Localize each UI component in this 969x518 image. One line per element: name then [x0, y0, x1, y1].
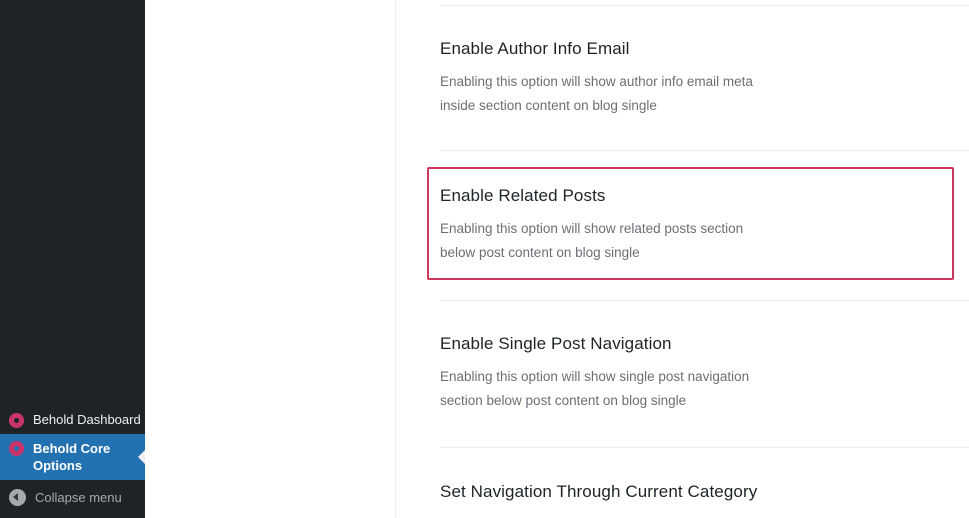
- option-title: Enable Related Posts: [440, 186, 606, 205]
- option-row-author-info-email: Enable Author Info Email Enabling this o…: [396, 38, 969, 118]
- admin-options-screen: Behold Dashboard Behold Core Options Col…: [0, 0, 969, 518]
- sidebar-item-behold-dashboard[interactable]: Behold Dashboard: [0, 405, 145, 434]
- option-description: Enabling this option will show single po…: [440, 369, 750, 408]
- option-description: Enabling this option will show related p…: [440, 221, 744, 260]
- option-title: Enable Single Post Navigation: [440, 334, 672, 353]
- sidebar-top-spacer: [0, 0, 145, 405]
- behold-donut-icon: [9, 441, 24, 456]
- sidebar-item-behold-core-options[interactable]: Behold Core Options: [0, 434, 146, 480]
- collapse-left-arrow-icon: [9, 488, 26, 506]
- options-nav-gutter: [145, 0, 396, 518]
- sidebar-item-label: Behold Dashboard: [33, 412, 141, 427]
- option-divider: [440, 300, 969, 301]
- option-description: Enabling this option will show author in…: [440, 74, 753, 113]
- sidebar-item-label: Behold Core Options: [33, 441, 111, 473]
- option-row-navigation-current-category: Set Navigation Through Current Category: [396, 481, 969, 503]
- collapse-menu-label: Collapse menu: [35, 489, 122, 505]
- admin-sidebar: Behold Dashboard Behold Core Options Col…: [0, 0, 146, 518]
- option-title: Enable Author Info Email: [440, 39, 630, 58]
- behold-donut-icon: [9, 412, 24, 428]
- option-row-related-posts: Enable Related Posts Enabling this optio…: [396, 185, 969, 265]
- panel-top-divider: [440, 5, 969, 6]
- option-divider: [440, 447, 969, 448]
- options-panel: Enable Author Info Email Enabling this o…: [396, 0, 969, 518]
- option-divider: [440, 150, 969, 151]
- option-row-single-post-navigation: Enable Single Post Navigation Enabling t…: [396, 333, 969, 413]
- collapse-menu-button[interactable]: Collapse menu: [0, 480, 145, 514]
- option-title: Set Navigation Through Current Category: [440, 482, 758, 501]
